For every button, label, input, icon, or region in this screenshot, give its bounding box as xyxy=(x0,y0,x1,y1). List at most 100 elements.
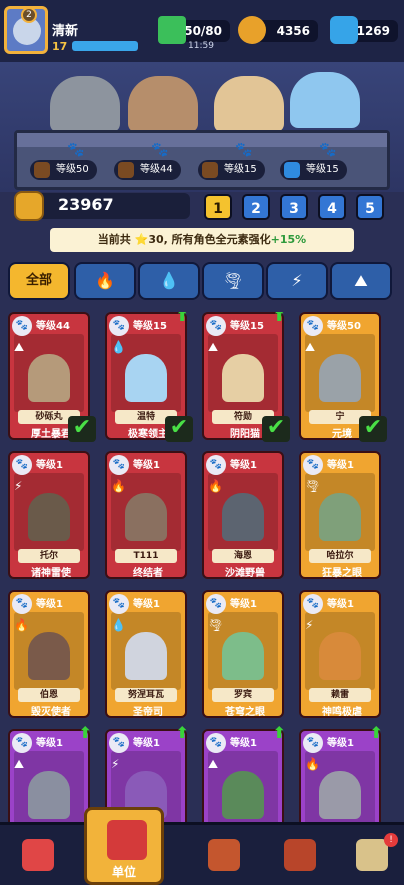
hero-card[interactable]: 🐾 ⛰ 等级1 ⬆ xyxy=(8,723,92,822)
upgrade-arrow-icon: ⬆ xyxy=(78,723,92,742)
hero-portrait xyxy=(28,632,70,680)
card-level: 等级1 xyxy=(133,460,160,471)
hero-card[interactable]: 🐾 💧 等级15 温特 极寒领主 ⬆ ✔ xyxy=(105,312,193,442)
filter-lightning-button[interactable]: ⚡ xyxy=(266,262,328,300)
xp-bar xyxy=(72,41,138,51)
coin-counter[interactable]: 4356 xyxy=(238,16,318,44)
team-hero-3[interactable] xyxy=(214,76,284,132)
card-art-panel xyxy=(208,751,278,822)
card-art-panel xyxy=(305,334,375,412)
hero-portrait xyxy=(125,493,167,541)
hero-portrait xyxy=(319,771,361,819)
hero-card[interactable]: 🐾 ⛰ 等级50 宁元境 ✔ xyxy=(299,312,387,442)
hero-card[interactable]: 🐾 ⚡ 等级1 赖雷 神鸣极虐 xyxy=(299,590,381,718)
gem-value: 1269 xyxy=(356,24,390,38)
hero-portrait xyxy=(319,493,361,541)
team-tag-1: 等级50 xyxy=(30,160,97,180)
card-art-panel xyxy=(14,473,84,551)
card-level: 等级1 xyxy=(230,738,257,749)
hero-card[interactable]: 🐾 🌪 等级1 罗宾 苍穹之眼 xyxy=(202,590,284,718)
hero-card[interactable]: 🐾 🔥 等级1 伯恩 毁灭使者 xyxy=(8,590,90,718)
hero-card[interactable]: 🐾 🌪 等级1 哈拉尔 狂暴之眼 xyxy=(299,451,381,579)
hero-portrait xyxy=(28,493,70,541)
paw-icon: 🐾 xyxy=(12,594,32,614)
energy-icon xyxy=(158,16,186,44)
nav-map-button[interactable]: ! xyxy=(344,831,400,885)
hero-card[interactable]: 🐾 ⛰ 等级1 ⬆ xyxy=(202,723,286,822)
earth-icon xyxy=(202,162,218,178)
element-icon: 🔥 xyxy=(111,479,126,493)
upgrade-arrow-icon: ⬆ xyxy=(175,723,189,742)
energy-counter[interactable]: 50/80 xyxy=(158,16,230,44)
coin-value: 4356 xyxy=(276,24,310,38)
paw-icon: 🐾 xyxy=(109,455,129,475)
hero-card[interactable]: 🐾 💧 等级1 努涅耳瓦 圣帝司 xyxy=(105,590,187,718)
nav-shop-button[interactable] xyxy=(10,831,66,885)
hero-portrait xyxy=(125,632,167,680)
card-art-panel xyxy=(208,334,278,412)
paw-icon: 🐾 xyxy=(109,733,129,753)
hero-card[interactable]: 🐾 🔥 等级1 T111 终结者 xyxy=(105,451,187,579)
player-avatar[interactable]: 2 xyxy=(4,6,48,54)
card-name: 伯恩 xyxy=(18,688,80,702)
card-title: 诸神雷使 xyxy=(31,568,71,579)
paw-icon: 🐾 xyxy=(109,316,129,336)
card-level: 等级1 xyxy=(230,460,257,471)
element-icon: ⚡ xyxy=(111,757,120,771)
page-3-button[interactable]: 3 xyxy=(280,194,308,220)
card-title: 狂暴之眼 xyxy=(322,568,362,579)
hero-card[interactable]: 🐾 🔥 等级1 ⬆ xyxy=(299,723,383,822)
map-icon xyxy=(356,839,388,871)
nav-units-label: 单位 xyxy=(111,865,136,879)
page-4-button[interactable]: 4 xyxy=(318,194,346,220)
card-name: 托尔 xyxy=(18,549,80,563)
card-name: 努涅耳瓦 xyxy=(115,688,177,702)
paw-icon: 🐾 xyxy=(319,142,337,158)
water-icon xyxy=(284,162,300,178)
card-title: 苍穹之眼 xyxy=(225,707,265,718)
card-level: 等级15 xyxy=(230,321,264,332)
hero-card[interactable]: 🐾 🔥 等级1 海恩 沙滩野兽 xyxy=(202,451,284,579)
hero-portrait xyxy=(319,354,361,402)
hero-portrait xyxy=(222,771,264,819)
player-level: 17 xyxy=(52,40,68,53)
ship-icon xyxy=(284,839,316,871)
paw-icon: 🐾 xyxy=(303,733,323,753)
hero-card[interactable]: 🐾 ⛰ 等级44 砂砾丸 厚土暴君 ✔ xyxy=(8,312,96,442)
gold-total: 23967 xyxy=(14,191,190,221)
page-5-button[interactable]: 5 xyxy=(356,194,384,220)
filter-fire-button[interactable]: 🔥 xyxy=(74,262,136,300)
page-2-button[interactable]: 2 xyxy=(242,194,270,220)
filter-water-button[interactable]: 💧 xyxy=(138,262,200,300)
hero-card[interactable]: 🐾 ⛰ 等级15 符勋 阴阳猫 ⬆ ✔ xyxy=(202,312,290,442)
filter-all-button[interactable]: 全部 xyxy=(8,262,70,300)
element-icon: 🔥 xyxy=(208,479,223,493)
card-level: 等级44 xyxy=(36,321,70,332)
paw-icon: 🐾 xyxy=(12,733,32,753)
filter-earth-button[interactable]: ⛰ xyxy=(330,262,392,300)
upgrade-arrow-icon: ⬆ xyxy=(272,312,286,325)
team-hero-4[interactable] xyxy=(290,72,360,128)
element-icon: ⚡ xyxy=(305,618,314,632)
team-tag-4: 等级15 xyxy=(280,160,347,180)
paw-icon: 🐾 xyxy=(12,316,32,336)
hero-card[interactable]: 🐾 ⚡ 等级1 托尔 诸神雷使 xyxy=(8,451,90,579)
nav-ship-button[interactable] xyxy=(272,831,328,885)
card-name: 海恩 xyxy=(212,549,274,563)
element-icon: ⛰ xyxy=(305,340,316,354)
nav-units-button[interactable]: 单位 xyxy=(84,807,164,885)
team-hero-1[interactable] xyxy=(50,76,120,132)
paw-icon: 🐾 xyxy=(67,142,85,158)
element-icon: ⛰ xyxy=(14,757,25,771)
hero-portrait xyxy=(222,354,264,402)
nav-battle-button[interactable] xyxy=(196,831,252,885)
filter-wind-button[interactable]: 🌪 xyxy=(202,262,264,300)
card-name: 赖雷 xyxy=(309,688,371,702)
gem-counter[interactable]: 1269 xyxy=(330,16,398,44)
team-hero-2[interactable] xyxy=(128,76,198,132)
card-name: 哈拉尔 xyxy=(309,549,371,563)
paw-icon: 🐾 xyxy=(206,594,226,614)
page-1-button[interactable]: 1 xyxy=(204,194,232,220)
element-icon: 🔥 xyxy=(14,618,29,632)
element-icon: ⛰ xyxy=(208,340,219,354)
